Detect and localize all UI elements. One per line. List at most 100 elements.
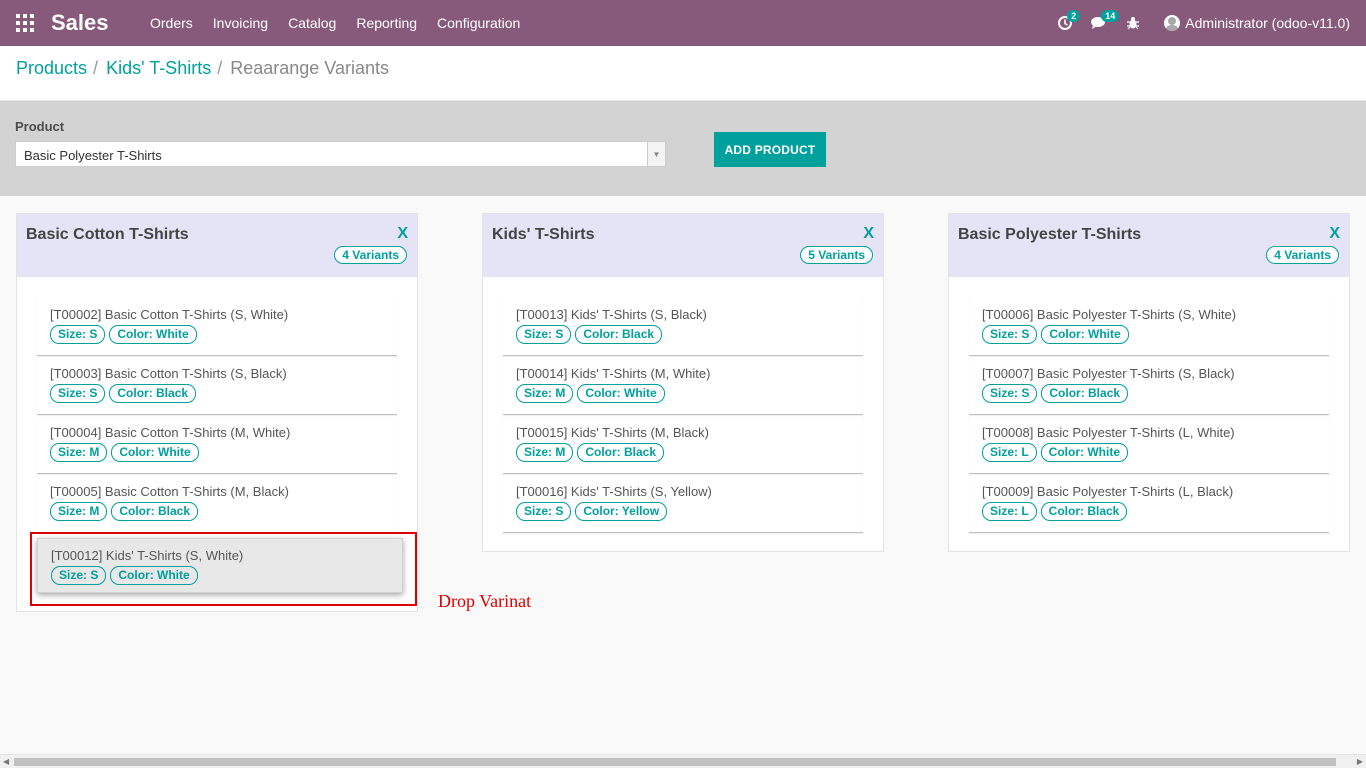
horizontal-scrollbar[interactable]: ◀ ▶ <box>0 754 1366 768</box>
variant-name: [T00007] Basic Polyester T-Shirts (S, Bl… <box>982 366 1235 381</box>
control-panel: Products / Kids' T-Shirts / Reaarange Va… <box>0 46 1366 101</box>
size-tag: Size: S <box>982 384 1038 403</box>
color-tag: Color: Black <box>109 384 197 403</box>
column-header: Basic Polyester T-Shirts X 4 Variants <box>949 214 1349 277</box>
variant-name: [T00016] Kids' T-Shirts (S, Yellow) <box>516 484 712 499</box>
variant-card[interactable]: [T00005] Basic Cotton T-Shirts (M, Black… <box>37 474 397 533</box>
dropdown-arrow-icon[interactable]: ▼ <box>647 142 665 166</box>
size-tag: Size: S <box>51 566 107 585</box>
top-navbar: Sales Orders Invoicing Catalog Reporting… <box>0 0 1366 46</box>
variant-count-badge: 4 Variants <box>1266 246 1339 264</box>
breadcrumb-separator: / <box>217 58 223 78</box>
column-header: Basic Cotton T-Shirts X 4 Variants <box>17 214 417 277</box>
variant-list: [T00013] Kids' T-Shirts (S, Black) Size:… <box>483 277 883 533</box>
close-column-button[interactable]: X <box>863 225 874 243</box>
dragging-variant-card[interactable]: [T00012] Kids' T-Shirts (S, White) Size:… <box>37 538 403 593</box>
color-tag: Color: Black <box>111 502 199 521</box>
variant-card[interactable]: [T00013] Kids' T-Shirts (S, Black) Size:… <box>503 297 863 356</box>
size-tag: Size: L <box>982 502 1037 521</box>
product-select[interactable]: Basic Polyester T-Shirts ▼ <box>15 141 666 167</box>
menu-configuration[interactable]: Configuration <box>427 0 530 46</box>
color-tag: Color: White <box>109 325 197 344</box>
variant-count-badge: 5 Variants <box>800 246 873 264</box>
variant-list: [T00002] Basic Cotton T-Shirts (S, White… <box>17 277 417 533</box>
add-product-button[interactable]: ADD PRODUCT <box>714 132 826 167</box>
product-column-basic-polyester: Basic Polyester T-Shirts X 4 Variants [T… <box>948 213 1350 552</box>
variant-card[interactable]: [T00015] Kids' T-Shirts (M, Black) Size:… <box>503 415 863 474</box>
color-tag: Color: White <box>1041 325 1129 344</box>
variant-list: [T00006] Basic Polyester T-Shirts (S, Wh… <box>949 277 1349 533</box>
variant-card[interactable]: [T00016] Kids' T-Shirts (S, Yellow) Size… <box>503 474 863 533</box>
column-title: Kids' T-Shirts <box>492 226 595 243</box>
breadcrumb-kids-tshirts[interactable]: Kids' T-Shirts <box>106 58 211 79</box>
variant-card[interactable]: [T00007] Basic Polyester T-Shirts (S, Bl… <box>969 356 1329 415</box>
variant-card[interactable]: [T00002] Basic Cotton T-Shirts (S, White… <box>37 297 397 356</box>
color-tag: Color: White <box>577 384 665 403</box>
variant-card[interactable]: [T00004] Basic Cotton T-Shirts (M, White… <box>37 415 397 474</box>
variant-name: [T00002] Basic Cotton T-Shirts (S, White… <box>50 307 289 322</box>
messages-chat-icon[interactable]: 14 <box>1082 0 1120 46</box>
variant-name: [T00012] Kids' T-Shirts (S, White) <box>51 548 244 563</box>
variant-name: [T00003] Basic Cotton T-Shirts (S, Black… <box>50 366 287 381</box>
variant-card[interactable]: [T00014] Kids' T-Shirts (M, White) Size:… <box>503 356 863 415</box>
variant-name: [T00006] Basic Polyester T-Shirts (S, Wh… <box>982 307 1237 322</box>
product-chooser-panel: Product Basic Polyester T-Shirts ▼ ADD P… <box>0 101 1366 196</box>
breadcrumb-products[interactable]: Products <box>16 58 87 79</box>
apps-grid-icon[interactable] <box>16 14 34 32</box>
column-header: Kids' T-Shirts X 5 Variants <box>483 214 883 277</box>
variant-card[interactable]: [T00003] Basic Cotton T-Shirts (S, Black… <box>37 356 397 415</box>
color-tag: Color: White <box>111 443 199 462</box>
variant-name: [T00008] Basic Polyester T-Shirts (L, Wh… <box>982 425 1235 440</box>
main-menu: Orders Invoicing Catalog Reporting Confi… <box>140 0 530 46</box>
app-name: Sales <box>51 10 109 35</box>
product-select-value: Basic Polyester T-Shirts <box>24 148 162 163</box>
variant-card[interactable]: [T00006] Basic Polyester T-Shirts (S, Wh… <box>969 297 1329 356</box>
systray: 2 14 Administrator (odoo-v11.0) <box>1048 0 1366 46</box>
menu-orders[interactable]: Orders <box>140 0 203 46</box>
color-tag: Color: White <box>1040 443 1128 462</box>
drop-annotation-label: Drop Varinat <box>438 591 532 611</box>
variant-card[interactable]: [T00009] Basic Polyester T-Shirts (L, Bl… <box>969 474 1329 533</box>
size-tag: Size: S <box>516 325 572 344</box>
breadcrumb-separator: / <box>93 58 99 78</box>
variant-name: [T00009] Basic Polyester T-Shirts (L, Bl… <box>982 484 1234 499</box>
size-tag: Size: S <box>516 502 572 521</box>
activity-clock-icon[interactable]: 2 <box>1048 0 1082 46</box>
color-tag: Color: Black <box>575 325 663 344</box>
menu-catalog[interactable]: Catalog <box>278 0 346 46</box>
user-menu[interactable]: Administrator (odoo-v11.0) <box>1164 15 1350 31</box>
size-tag: Size: L <box>982 443 1037 462</box>
product-label: Product <box>15 119 65 134</box>
size-tag: Size: S <box>982 325 1038 344</box>
close-column-button[interactable]: X <box>397 225 408 243</box>
size-tag: Size: S <box>50 384 106 403</box>
variant-name: [T00014] Kids' T-Shirts (M, White) <box>516 366 711 381</box>
breadcrumb: Products / Kids' T-Shirts / Reaarange Va… <box>16 58 389 79</box>
size-tag: Size: M <box>50 443 108 462</box>
color-tag: Color: White <box>110 566 198 585</box>
column-title: Basic Polyester T-Shirts <box>958 226 1142 243</box>
scroll-right-arrow-icon[interactable]: ▶ <box>1357 757 1363 766</box>
scrollbar-thumb[interactable] <box>14 758 1336 766</box>
avatar <box>1164 15 1181 31</box>
menu-reporting[interactable]: Reporting <box>346 0 427 46</box>
size-tag: Size: M <box>50 502 108 521</box>
user-name: Administrator (odoo-v11.0) <box>1185 15 1350 31</box>
scroll-left-arrow-icon[interactable]: ◀ <box>3 757 9 766</box>
column-title: Basic Cotton T-Shirts <box>26 226 189 243</box>
close-column-button[interactable]: X <box>1329 225 1340 243</box>
variant-count-badge: 4 Variants <box>334 246 407 264</box>
variant-name: [T00005] Basic Cotton T-Shirts (M, Black… <box>50 484 289 499</box>
color-tag: Color: Black <box>577 443 665 462</box>
variant-name: [T00013] Kids' T-Shirts (S, Black) <box>516 307 707 322</box>
color-tag: Color: Black <box>1040 502 1128 521</box>
size-tag: Size: M <box>516 384 574 403</box>
product-column-kids-tshirts: Kids' T-Shirts X 5 Variants [T00013] Kid… <box>482 213 884 552</box>
debug-bug-icon[interactable] <box>1116 0 1150 46</box>
variant-name: [T00004] Basic Cotton T-Shirts (M, White… <box>50 425 291 440</box>
menu-invoicing[interactable]: Invoicing <box>203 0 278 46</box>
variant-card[interactable]: [T00008] Basic Polyester T-Shirts (L, Wh… <box>969 415 1329 474</box>
color-tag: Color: Yellow <box>575 502 668 521</box>
size-tag: Size: M <box>516 443 574 462</box>
breadcrumb-current: Reaarange Variants <box>230 58 389 78</box>
